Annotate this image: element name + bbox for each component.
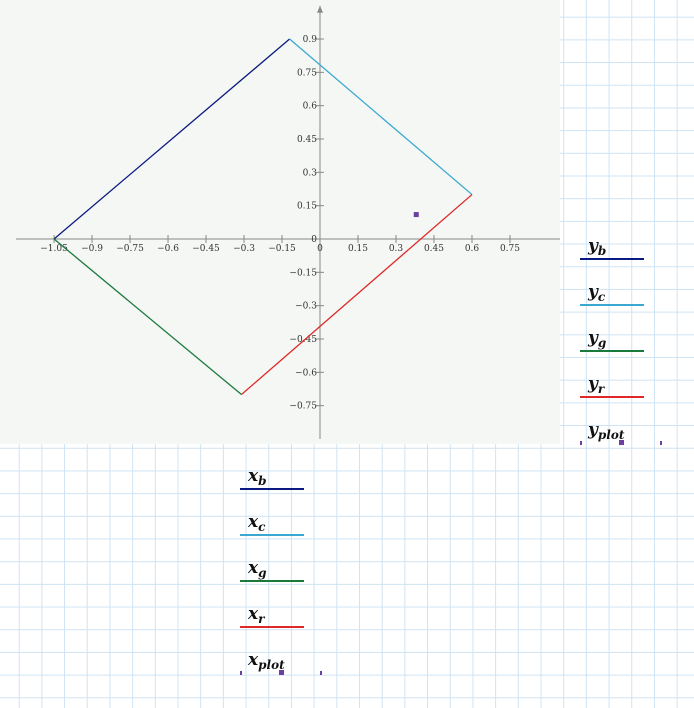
y-legend-swatch <box>580 396 644 398</box>
x-legend-label: xb <box>248 466 267 488</box>
y-legend-label: yg <box>588 328 607 350</box>
x-tick-label: −0.9 <box>81 244 103 254</box>
x-legend-label: xplot <box>248 650 285 672</box>
plot-area[interactable]: −1.05 −0.9 −0.75 −0.6 −0.45 −0.3 −0.15 0 0.15 0.3… <box>0 0 560 444</box>
legend-point-marker <box>279 670 284 675</box>
series-plot-point <box>413 212 419 218</box>
y-tick-label: 0.15 <box>297 202 317 212</box>
legend-point-marker <box>660 440 662 445</box>
y-tick-label: 0.6 <box>303 102 318 112</box>
x-legend-swatch <box>240 488 304 490</box>
y-tick-label: 0 <box>311 235 317 245</box>
y-legend-swatch <box>580 258 644 260</box>
y-tick-label: 0.45 <box>297 135 317 145</box>
x-tick-label: 0.3 <box>389 244 404 254</box>
series-g-line <box>53 238 242 396</box>
y-legend-swatch <box>580 350 644 352</box>
x-tick-label: −0.6 <box>157 244 179 254</box>
y-legend-label: yplot <box>588 420 625 442</box>
y-legend-label: yb <box>588 236 607 258</box>
x-legend-label: xr <box>248 604 265 626</box>
x-tick-label: 0.6 <box>465 244 480 254</box>
x-legend-swatch <box>240 580 304 582</box>
legend-point-marker <box>580 440 582 445</box>
y-tick-label: −0.75 <box>289 402 317 412</box>
x-tick-label: 0 <box>317 244 323 254</box>
legend-point-marker <box>240 670 242 675</box>
series-b-line <box>53 38 291 240</box>
y-tick-label: 0.9 <box>303 35 318 45</box>
y-tick-label: 0.75 <box>297 68 317 78</box>
legend-point-marker <box>619 440 624 445</box>
legend-point-marker <box>320 670 322 675</box>
series-r-line <box>241 194 473 396</box>
y-legend-points <box>580 440 664 446</box>
y-legend-label: yr <box>588 374 605 396</box>
x-tick-label: −1.05 <box>40 244 68 254</box>
x-legend-label: xg <box>248 558 267 580</box>
x-tick-label: −0.3 <box>233 244 255 254</box>
x-tick-label: 0.15 <box>348 244 368 254</box>
y-axis-arrow <box>317 5 323 13</box>
y-tick-label: −0.45 <box>289 335 317 345</box>
x-legend-label: xc <box>248 512 266 534</box>
y-tick-label: −0.6 <box>295 368 317 378</box>
chart-svg: −1.05 −0.9 −0.75 −0.6 −0.45 −0.3 −0.15 0 0.15 0.3… <box>16 5 560 439</box>
x-tick-label: −0.75 <box>116 244 144 254</box>
y-tick-label: −0.3 <box>295 302 317 312</box>
x-legend-swatch <box>240 626 304 628</box>
x-tick-label: 0.45 <box>424 244 444 254</box>
y-tick-label: −0.15 <box>289 268 317 278</box>
y-tick-label: 0.3 <box>303 168 318 178</box>
y-legend-label: yc <box>588 282 606 304</box>
x-tick-label: −0.45 <box>192 244 220 254</box>
x-legend-swatch <box>240 534 304 536</box>
x-tick-label: 0.75 <box>500 244 520 254</box>
y-legend-swatch <box>580 304 644 306</box>
x-tick-label: −0.15 <box>268 244 296 254</box>
x-legend-points <box>240 670 324 676</box>
